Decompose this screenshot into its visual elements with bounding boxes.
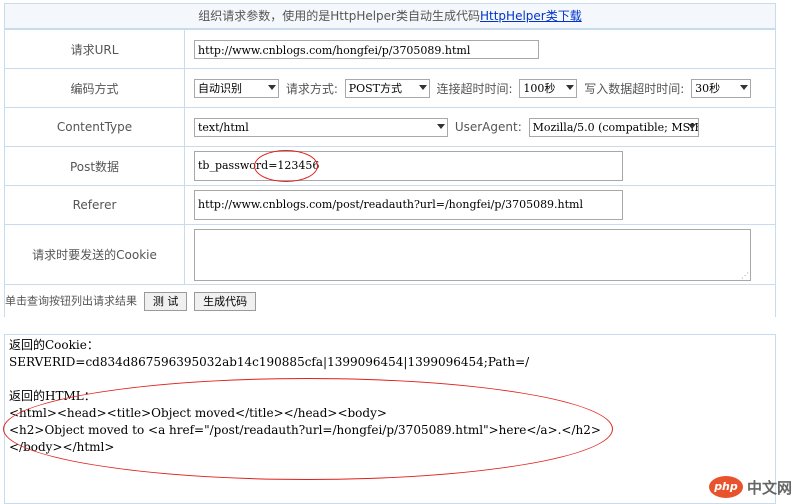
- chevron-down-icon: [268, 84, 276, 90]
- content-type-select[interactable]: text/html: [194, 117, 448, 137]
- timeout-select[interactable]: 100秒: [519, 78, 578, 98]
- method-select[interactable]: POST方式: [344, 78, 430, 98]
- timeout-label: 连接超时时间:: [436, 81, 513, 96]
- header-bar: 组织请求参数，使用的是HttpHelper类自动生成代码HttpHelper类下…: [4, 3, 776, 29]
- useragent-label: UserAgent:: [454, 120, 522, 134]
- header-description: 组织请求参数，使用的是HttpHelper类自动生成代码: [198, 9, 480, 23]
- request-form: 请求URL http://www.cnblogs.com/hongfei/p/3…: [4, 29, 776, 285]
- php-logo-icon: php: [708, 476, 743, 498]
- useragent-select[interactable]: Mozilla/5.0 (compatible; MSIE 9.0; Windo…: [528, 117, 699, 137]
- encoding-label: 编码方式: [4, 68, 185, 108]
- content-type-label: ContentType: [4, 107, 185, 147]
- url-input[interactable]: http://www.cnblogs.com/hongfei/p/3705089…: [194, 39, 539, 59]
- write-timeout-select[interactable]: 30秒: [691, 78, 752, 98]
- referer-row: Referer http://www.cnblogs.com/post/read…: [4, 185, 776, 225]
- resize-grip-icon[interactable]: ⋰: [741, 271, 749, 280]
- action-hint: 单击查询按钮列出请求结果: [5, 294, 137, 308]
- test-button[interactable]: 测 试: [143, 292, 188, 311]
- chevron-down-icon: [740, 84, 749, 90]
- post-row: Post数据 tb_password=123456: [4, 146, 776, 186]
- download-link[interactable]: HttpHelper类下载: [480, 9, 582, 23]
- cookie-result-heading: 返回的Cookie：: [9, 338, 99, 352]
- encoding-row: 编码方式 自动识别 请求方式: POST方式 连接超时时间: 100秒 写入数据…: [4, 68, 776, 108]
- watermark: php 中文网: [708, 476, 792, 498]
- generate-code-button[interactable]: 生成代码: [194, 292, 257, 311]
- url-row: 请求URL http://www.cnblogs.com/hongfei/p/3…: [4, 29, 776, 69]
- chevron-down-icon: [687, 123, 696, 129]
- cookie-label: 请求时要发送的Cookie: [4, 224, 185, 285]
- annotation-oval-html: [3, 378, 613, 480]
- chevron-down-icon: [418, 84, 427, 90]
- chevron-down-icon: [437, 123, 445, 129]
- content-type-row: ContentType text/html UserAgent: Mozilla…: [4, 107, 776, 147]
- watermark-text: 中文网: [746, 478, 792, 497]
- action-bar: 单击查询按钮列出请求结果 测 试 生成代码: [4, 285, 776, 317]
- method-label: 请求方式:: [285, 81, 338, 96]
- cookie-row: 请求时要发送的Cookie ⋰: [4, 224, 776, 285]
- chevron-down-icon: [566, 84, 575, 90]
- url-label: 请求URL: [4, 29, 185, 69]
- cookie-textarea[interactable]: ⋰: [194, 228, 751, 281]
- referer-input[interactable]: http://www.cnblogs.com/post/readauth?url…: [194, 190, 623, 220]
- write-timeout-label: 写入数据超时时间:: [584, 81, 685, 96]
- post-label: Post数据: [4, 146, 185, 186]
- cookie-result-value: SERVERID=cd834d867596395032ab14c190885cf…: [9, 355, 530, 369]
- annotation-oval-password: [254, 150, 318, 182]
- referer-label: Referer: [4, 185, 185, 225]
- encoding-select[interactable]: 自动识别: [194, 78, 279, 98]
